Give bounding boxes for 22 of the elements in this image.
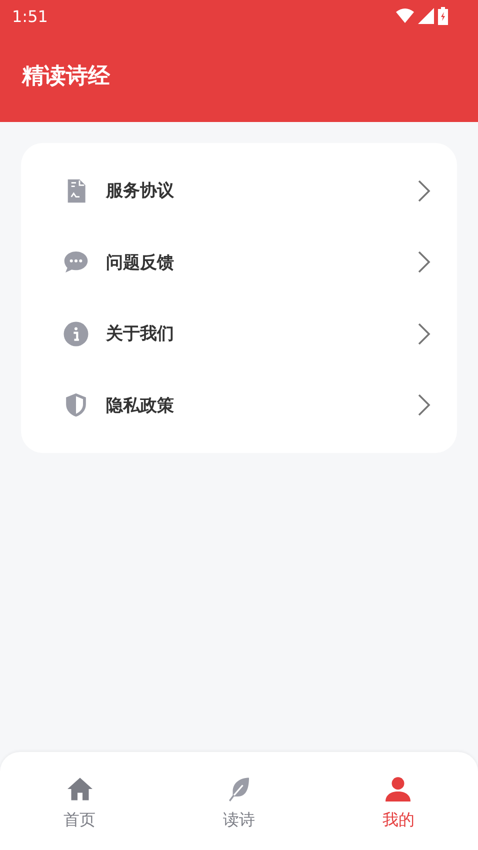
nav-tab[interactable]: 首页 [64,762,96,831]
chevron-right-icon [417,322,431,345]
app-title: 精读诗经 [20,63,112,91]
nav-tab[interactable]: 我的 [382,762,414,831]
chevron-right-icon [417,394,431,416]
signal-icon [418,8,434,24]
menu-item[interactable]: 关于我们 [21,298,457,370]
nav-tab[interactable]: 读诗 [222,762,255,831]
status-time: 1:51 [12,6,48,26]
wifi-icon [396,8,414,24]
menu-label: 隐私政策 [106,394,175,417]
battery-icon [438,7,448,25]
menu-item[interactable]: 隐私政策 [21,370,457,441]
chevron-right-icon [417,251,431,274]
menu-item[interactable]: 服务协议 [21,155,457,226]
chevron-right-icon [417,180,431,202]
menu-label: 服务协议 [106,180,175,202]
menu-item[interactable]: 问题反馈 [21,226,457,298]
menu-label: 关于我们 [106,323,175,346]
info-icon [62,320,90,348]
person-icon [383,774,414,804]
menu-label: 问题反馈 [106,252,175,274]
